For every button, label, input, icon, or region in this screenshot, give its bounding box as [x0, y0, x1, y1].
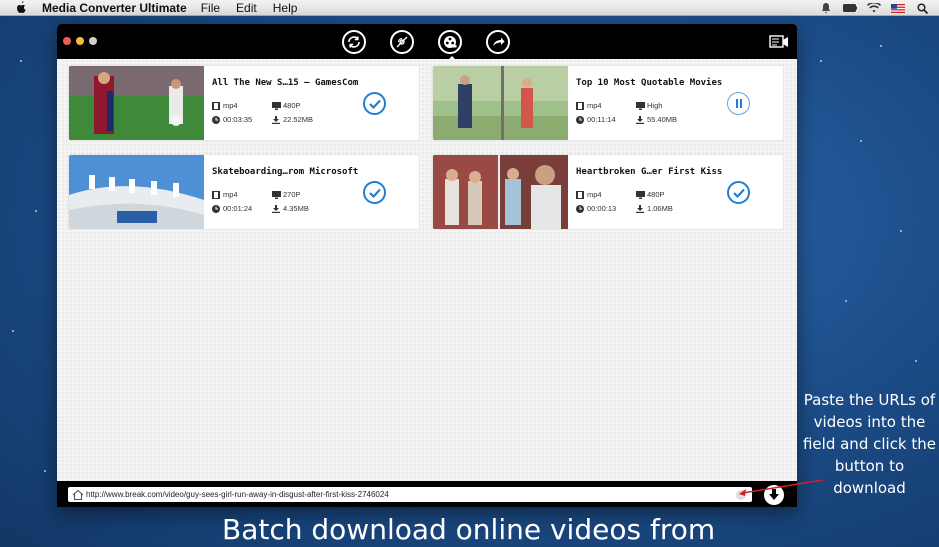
clock-icon [576, 204, 584, 213]
convert-icon[interactable] [342, 30, 366, 54]
size-meta: 4.35MB [272, 204, 309, 213]
us-flag-icon[interactable] [891, 2, 905, 14]
url-bar [57, 481, 797, 507]
completed-check-button[interactable] [363, 181, 386, 204]
menu-edit[interactable]: Edit [236, 1, 257, 15]
monitor-icon [272, 101, 281, 110]
video-duration: 00:01:24 [223, 204, 253, 213]
video-card[interactable]: Skateboarding…rom Microsoft mp4 270P 00:… [68, 154, 420, 230]
duration-meta: 00:01:24 [212, 204, 252, 213]
film-icon [212, 101, 220, 110]
format-meta: mp4 [212, 190, 238, 199]
video-thumbnail [433, 155, 568, 229]
duration-meta: 00:11:14 [576, 115, 616, 124]
video-quality: 480P [647, 190, 665, 199]
size-meta: 22.52MB [272, 115, 313, 124]
video-size: 55.40MB [647, 115, 678, 124]
film-icon [576, 190, 584, 199]
download-list: All The New S…15 – GamesCom mp4 480P 00:… [57, 59, 797, 481]
video-quality: High [647, 101, 663, 110]
size-meta: 55.40MB [636, 115, 677, 124]
download-size-icon [272, 115, 280, 124]
video-duration: 00:03:35 [223, 115, 253, 124]
video-format: mp4 [587, 101, 602, 110]
dvd-icon[interactable] [390, 30, 414, 54]
download-size-icon [636, 204, 644, 213]
format-meta: mp4 [212, 101, 238, 110]
app-name-menu[interactable]: Media Converter Ultimate [42, 1, 187, 15]
video-title: All The New S…15 – GamesCom [212, 78, 359, 88]
video-format: mp4 [223, 190, 238, 199]
quality-meta: 480P [272, 101, 301, 110]
video-format: mp4 [223, 101, 238, 110]
url-input[interactable] [86, 488, 736, 501]
video-card[interactable]: Top 10 Most Quotable Movies mp4 High 00:… [432, 65, 784, 141]
home-icon[interactable] [72, 489, 84, 501]
share-icon[interactable] [486, 30, 510, 54]
video-size: 22.52MB [283, 115, 314, 124]
video-thumbnail [69, 155, 204, 229]
video-card[interactable]: All The New S…15 – GamesCom mp4 480P 00:… [68, 65, 420, 141]
caption-text: Batch download online videos from [222, 513, 716, 546]
video-title: Heartbroken G…er First Kiss [576, 167, 723, 177]
video-size: 1.06MB [647, 204, 673, 213]
clock-icon [212, 115, 220, 124]
video-thumbnail [433, 66, 568, 140]
video-duration: 00:11:14 [587, 115, 616, 124]
battery-icon[interactable] [843, 2, 857, 14]
menu-file[interactable]: File [201, 1, 220, 15]
monitor-icon [272, 190, 281, 199]
completed-check-button[interactable] [363, 92, 386, 115]
toolbar [57, 24, 797, 61]
url-field [68, 487, 752, 502]
menu-help[interactable]: Help [273, 1, 298, 15]
completed-check-button[interactable] [727, 181, 750, 204]
video-format: mp4 [587, 190, 602, 199]
wifi-icon[interactable] [867, 2, 881, 14]
minimize-window-button[interactable] [76, 37, 84, 45]
apple-icon[interactable] [14, 1, 28, 15]
film-icon [576, 101, 584, 110]
video-size: 4.35MB [283, 204, 309, 213]
video-quality: 270P [283, 190, 301, 199]
film-icon [212, 190, 220, 199]
monitor-icon [636, 190, 645, 199]
zoom-window-button[interactable] [89, 37, 97, 45]
format-meta: mp4 [576, 190, 602, 199]
size-meta: 1.06MB [636, 204, 673, 213]
quality-meta: 270P [272, 190, 301, 199]
quality-meta: High [636, 101, 662, 110]
download-size-icon [636, 115, 644, 124]
video-thumbnail [69, 66, 204, 140]
clock-icon [576, 115, 584, 124]
app-window: All The New S…15 – GamesCom mp4 480P 00:… [57, 24, 797, 507]
video-duration: 00:00:13 [587, 204, 617, 213]
format-meta: mp4 [576, 101, 602, 110]
preferences-icon[interactable] [769, 34, 789, 50]
duration-meta: 00:00:13 [576, 204, 616, 213]
annotation-arrow [739, 479, 824, 496]
duration-meta: 00:03:35 [212, 115, 252, 124]
pause-button[interactable] [727, 92, 750, 115]
download-icon[interactable] [438, 30, 462, 61]
clock-icon [212, 204, 220, 213]
monitor-icon [636, 101, 645, 110]
video-title: Skateboarding…rom Microsoft [212, 167, 359, 177]
video-title: Top 10 Most Quotable Movies [576, 78, 723, 88]
video-quality: 480P [283, 101, 301, 110]
notification-icon[interactable] [819, 2, 833, 14]
menu-bar: Media Converter Ultimate File Edit Help [0, 0, 939, 16]
download-size-icon [272, 204, 280, 213]
quality-meta: 480P [636, 190, 665, 199]
video-card[interactable]: Heartbroken G…er First Kiss mp4 480P 00:… [432, 154, 784, 230]
close-window-button[interactable] [63, 37, 71, 45]
spotlight-search-icon[interactable] [915, 2, 929, 14]
